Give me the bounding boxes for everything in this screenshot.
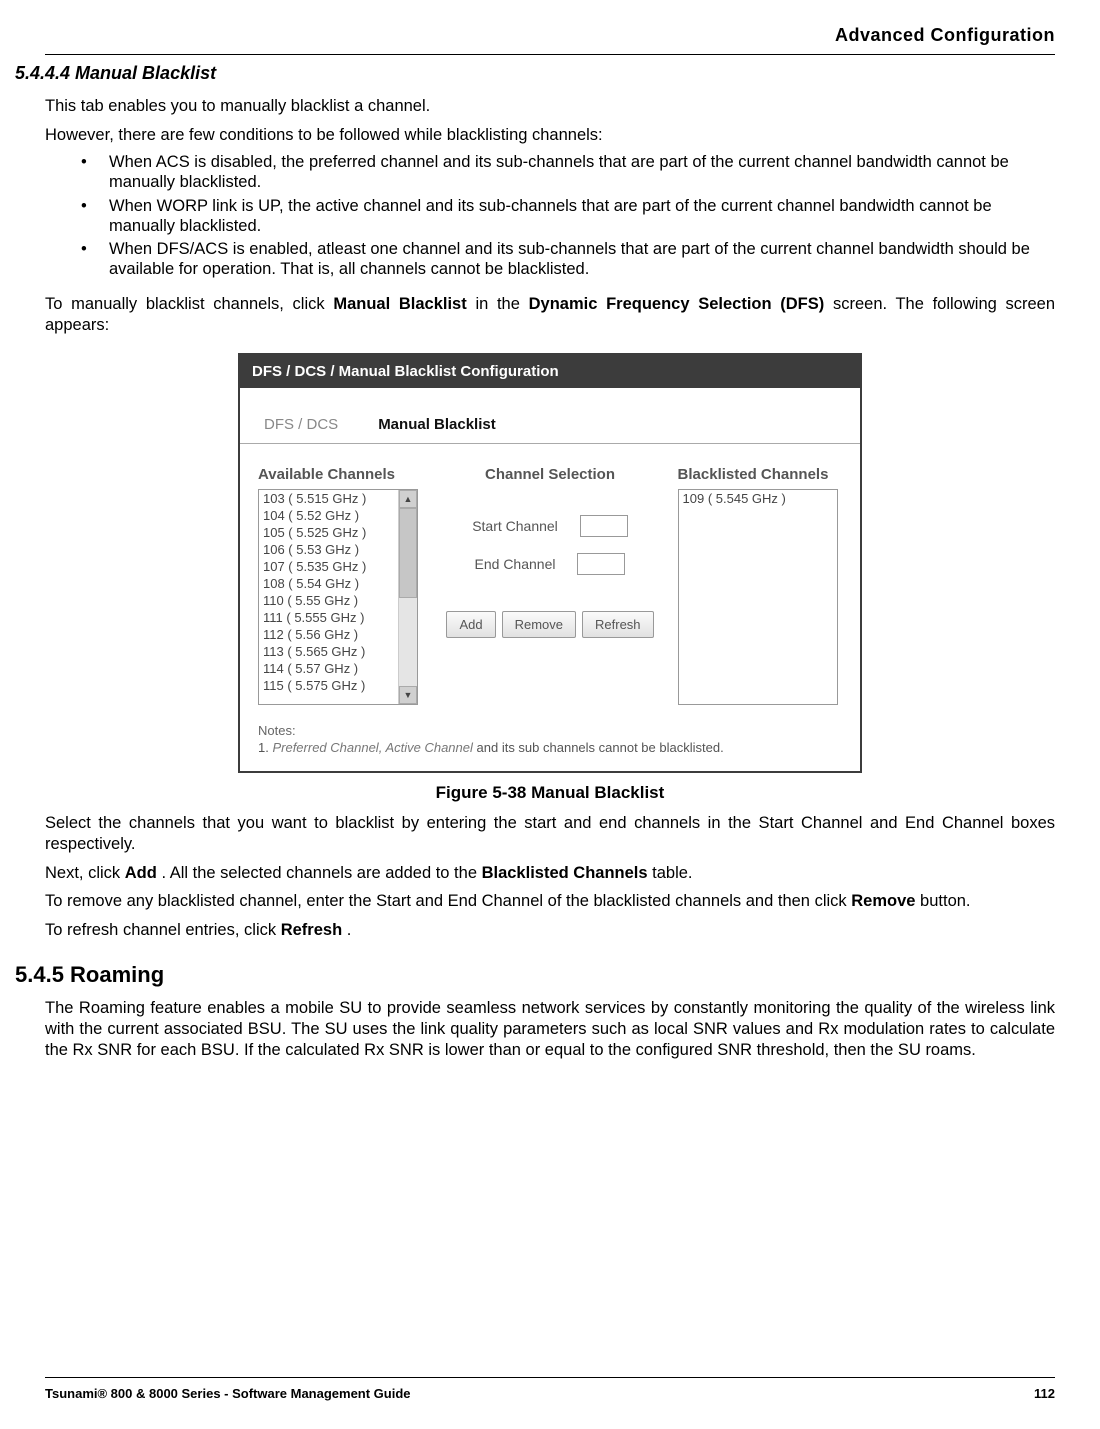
conditions-list: When ACS is disabled, the preferred chan…: [45, 153, 1055, 280]
add-button[interactable]: Add: [446, 611, 495, 638]
list-item[interactable]: 103 ( 5.515 GHz ): [259, 490, 398, 507]
header-rule: [45, 54, 1055, 55]
text-span-bold: Remove: [851, 892, 915, 910]
subsection-body: The Roaming feature enables a mobile SU …: [45, 998, 1055, 1060]
text-span: in the: [475, 295, 528, 313]
notes-block: Notes: 1. Preferred Channel, Active Chan…: [240, 711, 860, 771]
after-paragraph-4: To refresh channel entries, click Refres…: [45, 920, 1055, 941]
subsection-heading: 5.4.5 Roaming: [15, 962, 1055, 988]
list-item[interactable]: 113 ( 5.565 GHz ): [259, 643, 398, 660]
list-item[interactable]: 106 ( 5.53 GHz ): [259, 541, 398, 558]
list-item[interactable]: 110 ( 5.55 GHz ): [259, 592, 398, 609]
refresh-button[interactable]: Refresh: [582, 611, 654, 638]
condition-item: When WORP link is UP, the active channel…: [81, 197, 1055, 237]
condition-item: When DFS/ACS is enabled, atleast one cha…: [81, 240, 1055, 280]
list-item[interactable]: 105 ( 5.525 GHz ): [259, 524, 398, 541]
note-rest: and its sub channels cannot be blacklist…: [477, 740, 724, 755]
remove-button[interactable]: Remove: [502, 611, 576, 638]
channel-selection-header: Channel Selection: [485, 466, 615, 483]
chapter-title: Advanced Configuration: [45, 25, 1055, 52]
text-span: . All the selected channels are added to…: [161, 864, 481, 882]
scroll-down-icon[interactable]: ▼: [399, 686, 417, 704]
after-paragraph-3: To remove any blacklisted channel, enter…: [45, 891, 1055, 912]
tab-row: DFS / DCS Manual Blacklist: [240, 388, 860, 444]
figure-caption: Figure 5-38 Manual Blacklist: [436, 783, 665, 803]
text-span: .: [347, 921, 352, 939]
note-number: 1.: [258, 740, 269, 755]
text-span-bold: Refresh: [281, 921, 342, 939]
list-item[interactable]: 108 ( 5.54 GHz ): [259, 575, 398, 592]
tab-dfs-dcs[interactable]: DFS / DCS: [258, 410, 344, 443]
available-channels-listbox[interactable]: 103 ( 5.515 GHz ) 104 ( 5.52 GHz ) 105 (…: [258, 489, 418, 705]
start-channel-label: Start Channel: [472, 518, 558, 534]
intro-paragraph-2: However, there are few conditions to be …: [45, 125, 1055, 146]
list-item[interactable]: 114 ( 5.57 GHz ): [259, 660, 398, 677]
text-span: To refresh channel entries, click: [45, 921, 281, 939]
tab-manual-blacklist[interactable]: Manual Blacklist: [372, 410, 502, 443]
text-span: table.: [652, 864, 692, 882]
scroll-track[interactable]: [399, 508, 417, 686]
list-item[interactable]: 111 ( 5.555 GHz ): [259, 609, 398, 626]
window-title-bar: DFS / DCS / Manual Blacklist Configurati…: [240, 355, 860, 388]
available-channels-header: Available Channels: [258, 466, 395, 483]
blacklisted-channels-header: Blacklisted Channels: [678, 466, 829, 483]
text-span: To remove any blacklisted channel, enter…: [45, 892, 851, 910]
text-span-bold: Blacklisted Channels: [482, 864, 648, 882]
list-item[interactable]: 107 ( 5.535 GHz ): [259, 558, 398, 575]
scroll-thumb[interactable]: [399, 508, 417, 598]
end-channel-label: End Channel: [475, 556, 556, 572]
text-span: Next, click: [45, 864, 125, 882]
footer-page-number: 112: [1034, 1386, 1055, 1401]
note-italic: Preferred Channel, Active Channel: [272, 740, 472, 755]
after-paragraph-1: Select the channels that you want to bla…: [45, 813, 1055, 854]
list-item[interactable]: 104 ( 5.52 GHz ): [259, 507, 398, 524]
page-footer: Tsunami® 800 & 8000 Series - Software Ma…: [45, 1377, 1055, 1401]
note-item: 1. Preferred Channel, Active Channel and…: [258, 740, 842, 755]
notes-title: Notes:: [258, 723, 842, 738]
section-heading: 5.4.4.4 Manual Blacklist: [15, 63, 1055, 84]
list-item[interactable]: 115 ( 5.575 GHz ): [259, 677, 398, 694]
text-span-bold: Dynamic Frequency Selection (DFS): [529, 295, 825, 313]
text-span-bold: Manual Blacklist: [333, 295, 466, 313]
scroll-up-icon[interactable]: ▲: [399, 490, 417, 508]
app-window: DFS / DCS / Manual Blacklist Configurati…: [238, 353, 862, 773]
footer-rule: [45, 1377, 1055, 1378]
text-span: button.: [920, 892, 970, 910]
footer-left: Tsunami® 800 & 8000 Series - Software Ma…: [45, 1386, 411, 1401]
condition-item: When ACS is disabled, the preferred chan…: [81, 153, 1055, 193]
end-channel-input[interactable]: [577, 553, 625, 575]
text-span-bold: Add: [125, 864, 157, 882]
intro-paragraph-1: This tab enables you to manually blackli…: [45, 96, 1055, 117]
blacklisted-channels-listbox[interactable]: 109 ( 5.545 GHz ): [678, 489, 838, 705]
list-item[interactable]: 109 ( 5.545 GHz ): [679, 490, 837, 507]
start-channel-input[interactable]: [580, 515, 628, 537]
list-item[interactable]: 112 ( 5.56 GHz ): [259, 626, 398, 643]
after-paragraph-2: Next, click Add . All the selected chann…: [45, 863, 1055, 884]
scrollbar[interactable]: ▲ ▼: [398, 490, 417, 704]
text-span: To manually blacklist channels, click: [45, 295, 333, 313]
instruction-paragraph: To manually blacklist channels, click Ma…: [45, 294, 1055, 335]
